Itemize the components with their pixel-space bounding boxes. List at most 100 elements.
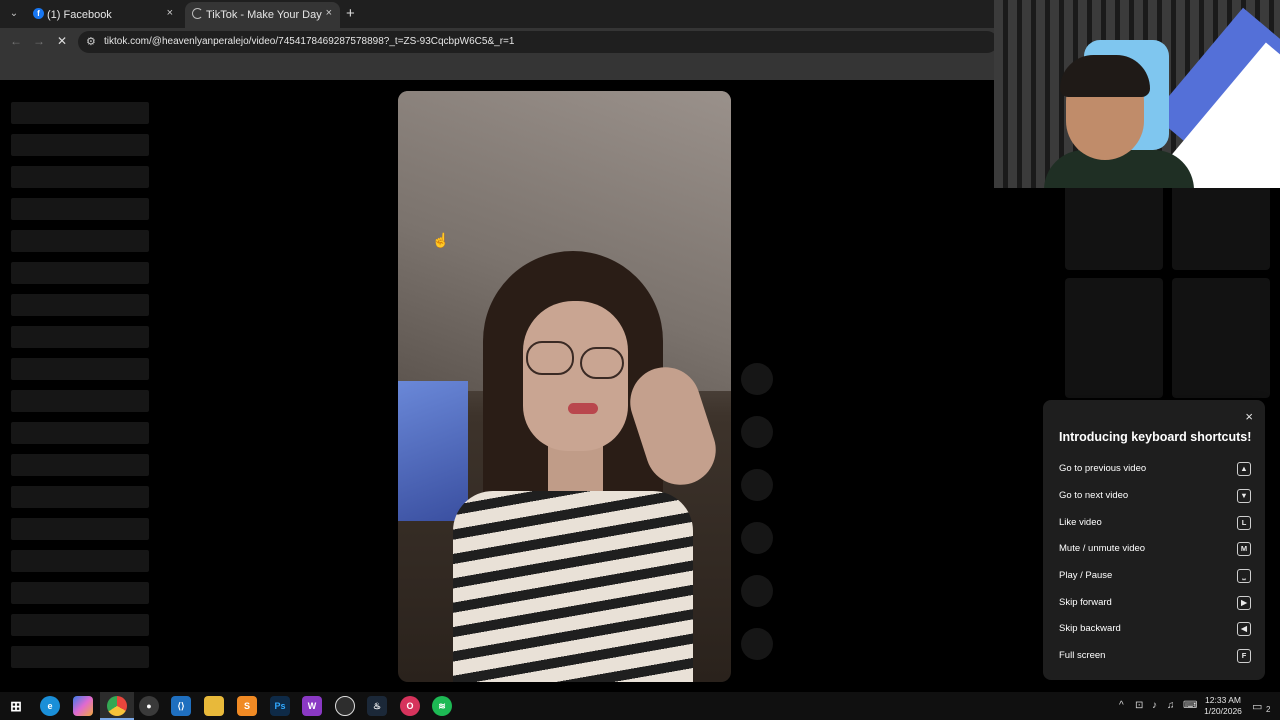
sidebar-skeleton-item	[11, 198, 149, 220]
shortcut-label: Play / Pause	[1059, 570, 1113, 581]
save-placeholder-button[interactable]	[741, 522, 773, 554]
arrow-left-key-icon: ◀	[1237, 622, 1251, 636]
sidebar-skeleton-item	[11, 582, 149, 604]
shortcut-row: Mute / unmute video M	[1059, 541, 1251, 559]
like-placeholder-button[interactable]	[741, 416, 773, 448]
video-thumbnail-placeholder[interactable]	[1065, 278, 1163, 398]
opera-gx-icon[interactable]: O	[400, 696, 420, 716]
l-key-icon: L	[1237, 516, 1251, 530]
sidebar-skeleton-item	[11, 358, 149, 380]
f-key-icon: F	[1237, 649, 1251, 663]
sidebar-skeleton-item	[11, 646, 149, 668]
video-thumbnail-placeholder[interactable]	[1172, 278, 1270, 398]
back-arrow-icon[interactable]: ←	[10, 34, 22, 48]
video-subject-striped-top	[453, 491, 693, 682]
chrome-icon[interactable]	[107, 696, 127, 716]
shortcut-row: Skip forward ▶	[1059, 595, 1251, 613]
microphone-icon[interactable]: ♪	[1152, 700, 1157, 711]
close-icon[interactable]: ×	[1245, 409, 1253, 424]
network-icon[interactable]: ⊡	[1135, 700, 1143, 711]
sidebar-skeleton-item	[11, 262, 149, 284]
keyboard-icon[interactable]: ⌨	[1183, 700, 1197, 711]
vscode-icon[interactable]: ⟨⟩	[171, 696, 191, 716]
sidebar-skeleton-item	[11, 486, 149, 508]
shortcut-label: Like video	[1059, 517, 1102, 528]
streamer-hair	[1060, 55, 1150, 97]
notification-count: 2	[1266, 705, 1271, 714]
panel-title: Introducing keyboard shortcuts!	[1059, 430, 1252, 444]
sidebar-skeleton-item	[11, 454, 149, 476]
shortcut-label: Mute / unmute video	[1059, 543, 1146, 554]
stop-loading-icon[interactable]: ✕	[57, 34, 67, 48]
obs-icon[interactable]: ●	[139, 696, 159, 716]
shortcut-label: Skip backward	[1059, 623, 1121, 634]
sidebar-skeleton-item	[11, 294, 149, 316]
close-tab-icon[interactable]: ×	[167, 7, 173, 19]
shortcut-label: Full screen	[1059, 650, 1106, 661]
shortcut-row: Full screen F	[1059, 648, 1251, 666]
hand-cursor-icon: ☝	[432, 232, 450, 248]
clock-date: 1/20/2026	[1204, 706, 1242, 716]
share-placeholder-button[interactable]	[741, 575, 773, 607]
sidebar-skeleton-item	[11, 422, 149, 444]
sidebar-skeleton-item	[11, 518, 149, 540]
loading-spinner-icon	[192, 8, 203, 19]
forward-arrow-icon[interactable]: →	[33, 34, 45, 48]
sidebar-skeleton-item	[11, 166, 149, 188]
shortcut-label: Go to next video	[1059, 490, 1129, 501]
winamp-icon[interactable]: W	[302, 696, 322, 716]
volume-icon[interactable]: ♫	[1167, 700, 1175, 711]
music-placeholder-button[interactable]	[741, 628, 773, 660]
tab-tiktok[interactable]: TikTok - Make Your Day ×	[185, 2, 340, 28]
glasses-icon	[526, 341, 574, 375]
photoshop-icon[interactable]: Ps	[270, 696, 290, 716]
shortcut-row: Go to next video ▼	[1059, 488, 1251, 506]
copilot-icon[interactable]	[73, 696, 93, 716]
shortcut-label: Skip forward	[1059, 597, 1112, 608]
sidebar-skeleton-item	[11, 550, 149, 572]
sublime-icon[interactable]: S	[237, 696, 257, 716]
arrow-right-key-icon: ▶	[1237, 596, 1251, 610]
webcam-overlay	[994, 0, 1280, 188]
facebook-icon: f	[33, 8, 44, 19]
file-explorer-icon[interactable]	[204, 696, 224, 716]
new-tab-button[interactable]: +	[346, 5, 355, 22]
shortcut-row: Go to previous video ▲	[1059, 461, 1251, 479]
avatar-placeholder-button[interactable]	[741, 363, 773, 395]
m-key-icon: M	[1237, 542, 1251, 556]
video-subject-lips	[568, 403, 598, 414]
glasses-icon	[580, 347, 624, 379]
steam-icon[interactable]: ♨	[367, 696, 387, 716]
shortcut-row: Play / Pause ⎵	[1059, 568, 1251, 586]
tab-facebook[interactable]: f (1) Facebook ×	[26, 2, 181, 28]
tab-label: (1) Facebook	[47, 9, 112, 21]
close-tab-icon[interactable]: ×	[326, 7, 332, 19]
edge-icon[interactable]: e	[40, 696, 60, 716]
url-bar[interactable]: ⚙ tiktok.com/@heavenlyanperalejo/video/7…	[78, 31, 998, 53]
windows-taskbar: ⊞ e ● ⟨⟩ S Ps W ♨ O ≋ ^ ⊡ ♪ ♫ ⌨ 12:33 AM…	[0, 692, 1280, 720]
system-clock[interactable]: 12:33 AM 1/20/2026	[1200, 695, 1246, 717]
tab-label: TikTok - Make Your Day	[206, 9, 322, 21]
comment-placeholder-button[interactable]	[741, 469, 773, 501]
tab-search-chevron-icon[interactable]: ⌄	[6, 6, 22, 22]
shortcut-label: Go to previous video	[1059, 463, 1147, 474]
sidebar-skeleton-item	[11, 326, 149, 348]
site-settings-icon[interactable]: ⚙	[86, 35, 96, 48]
sidebar-skeleton-item	[11, 614, 149, 636]
video-player[interactable]	[398, 91, 731, 682]
start-icon[interactable]: ⊞	[6, 696, 26, 716]
chevron-up-icon[interactable]: ^	[1119, 700, 1124, 711]
sidebar-skeleton-item	[11, 390, 149, 412]
clock-time: 12:33 AM	[1205, 695, 1241, 705]
url-text[interactable]: tiktok.com/@heavenlyanperalejo/video/745…	[104, 36, 514, 47]
keyboard-shortcuts-panel: × Introducing keyboard shortcuts! Go to …	[1043, 400, 1265, 680]
app-icon[interactable]	[335, 696, 355, 716]
sidebar-skeleton-item	[11, 102, 149, 124]
spotify-icon[interactable]: ≋	[432, 696, 452, 716]
shortcut-row: Skip backward ◀	[1059, 621, 1251, 639]
shortcut-row: Like video L	[1059, 515, 1251, 533]
arrow-down-key-icon: ▼	[1237, 489, 1251, 503]
notification-icon[interactable]: ▭	[1252, 700, 1262, 713]
sidebar-skeleton-item	[11, 134, 149, 156]
spacebar-key-icon: ⎵	[1237, 569, 1251, 583]
